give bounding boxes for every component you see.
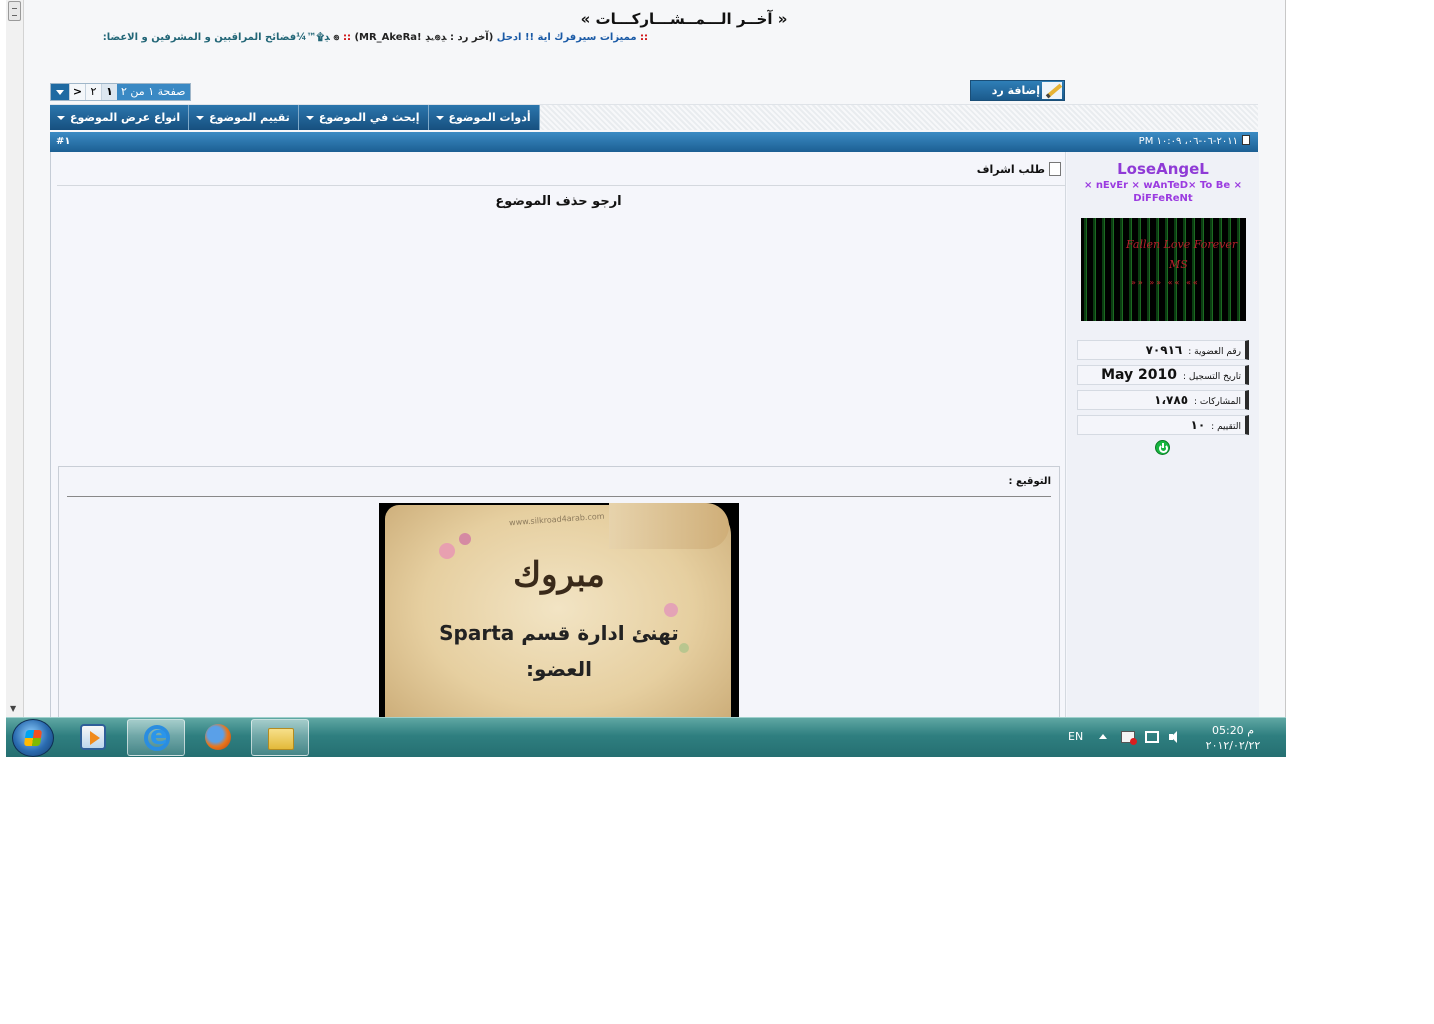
online-status-icon (1155, 440, 1170, 455)
post-header: ٢٠١١-٠٦-٠٦، ١٠:٠٩ PM #١ (50, 132, 1258, 152)
network-icon[interactable] (1145, 731, 1159, 743)
start-orb-icon[interactable] (12, 719, 54, 757)
banner-headline: مبروك (513, 555, 605, 595)
post-content: طلب اشراف ارجو حذف الموضوع التوقيع : www… (51, 152, 1066, 717)
latest-posts-ticker: :: مميزات سيرفرك اية !! ادحل (آخر رد : ﮃ… (48, 30, 648, 46)
signature-banner-image: www.silkroad4arab.com مبروك تهنئ ادارة ق… (379, 503, 739, 717)
banner-line-2: العضو: (526, 657, 592, 681)
stat-label: التقييم : (1211, 422, 1241, 432)
member-number-stat: رقم العضوية : ٧٠٩١٦ (1077, 340, 1249, 360)
ticker-separator: :: (342, 32, 351, 43)
page-link-1: ١ (101, 84, 117, 100)
post-body: طلب اشراف ارجو حذف الموضوع التوقيع : www… (50, 152, 1259, 717)
rating-stat: التقييم : ١٠ (1077, 415, 1249, 435)
stat-label: المشاركات : (1194, 397, 1241, 407)
scroll-down-arrow-icon[interactable]: ▼ (10, 704, 16, 713)
stat-label: رقم العضوية : (1188, 347, 1241, 357)
ticker-user-1[interactable]: ﮃ๏ۦﮃ (425, 32, 446, 43)
banner-line-1: تهنئ ادارة قسم Sparta (439, 621, 679, 645)
scroll-roll (609, 503, 729, 549)
avatar-text-3: »» »» «« «« (1131, 278, 1200, 287)
flag-icon[interactable] (1121, 731, 1137, 745)
ticker-link-2[interactable]: ﮃ۩™¼فضائح المراقبين و المشرفين و الاعضا: (103, 32, 330, 43)
folder-icon (268, 728, 294, 750)
avatar[interactable]: Fallen Love Forever MS »» »» «« «« (1081, 218, 1246, 321)
post-icon (1242, 135, 1250, 145)
add-reply-button[interactable]: إضافة رد (970, 80, 1065, 101)
forum-page: « آخــر الـــمــشـــاركـــات » :: مميزات… (24, 0, 1285, 717)
pagination: > ٢ ١ صفحة ١ من ٢ (50, 83, 191, 101)
post-number-link[interactable]: #١ (56, 132, 71, 152)
post-date: ٢٠١١-٠٦-٠٦، ١٠:٠٩ PM (1139, 132, 1250, 152)
stat-value: ١،٧٨٥ (1154, 393, 1189, 407)
thread-tools-menu[interactable]: أدوات الموضوع (428, 105, 540, 130)
internet-explorer-icon (144, 721, 170, 751)
windows-explorer-button[interactable] (251, 719, 309, 756)
add-reply-label: إضافة رد (991, 84, 1040, 97)
ticker-separator: :: (640, 32, 648, 43)
firefox-button[interactable] (189, 719, 247, 756)
signature: التوقيع : www.silkroad4arab.com مبروك ته… (58, 466, 1060, 717)
user-title: × nEvEr × wAnTeD× To Be × DiFFeReNt (1083, 180, 1243, 204)
internet-explorer-button[interactable] (127, 719, 185, 756)
media-player-button[interactable] (64, 719, 122, 756)
browser-window: ▼ « آخــر الـــمــشـــاركـــات » :: مميز… (6, 0, 1286, 717)
stat-value: ١٠ (1190, 418, 1206, 432)
stat-value: ٧٠٩١٦ (1145, 343, 1183, 357)
firefox-icon (205, 724, 231, 750)
page-icon (1049, 162, 1061, 176)
volume-icon[interactable] (1169, 731, 1183, 743)
taskbar: EN 05:20 م ٢٠١٢/٠٢/٢٢ (6, 717, 1286, 757)
ticker-link[interactable]: مميزات سيرفرك اية !! ادحل (497, 32, 637, 43)
flower-decoration (459, 533, 471, 545)
stat-value: May 2010 (1101, 367, 1177, 383)
ticker-user-3[interactable]: (MR_AkeRa (354, 32, 417, 43)
next-page-link[interactable]: > (69, 84, 85, 100)
avatar-text-2: MS (1169, 258, 1188, 271)
divider (57, 185, 1065, 186)
post-message: ارجو حذف الموضوع (495, 194, 622, 209)
vertical-scrollbar[interactable]: ▼ (6, 0, 24, 717)
clock-time: 05:20 م (1211, 724, 1254, 737)
page-link-2[interactable]: ٢ (85, 84, 101, 100)
posts-count-stat: المشاركات : ١،٧٨٥ (1077, 390, 1249, 410)
rate-thread-menu[interactable]: تقييم الموضوع (189, 105, 299, 130)
stat-label: تاريخ التسجيل : (1183, 372, 1241, 382)
search-thread-menu[interactable]: إبحث في الموضوع (298, 105, 429, 130)
clock-date: ٢٠١٢/٠٢/٢٢ (1205, 739, 1261, 752)
pagination-menu-button[interactable] (51, 84, 69, 100)
post-title-text: طلب اشراف (976, 163, 1045, 176)
flower-decoration (664, 603, 678, 617)
system-clock[interactable]: 05:20 م ٢٠١٢/٠٢/٢٢ (1196, 723, 1270, 753)
user-info-panel: LoseAngeL × nEvEr × wAnTeD× To Be × DiFF… (1067, 152, 1259, 717)
language-indicator[interactable]: EN (1068, 730, 1083, 743)
pencil-icon (1042, 82, 1062, 99)
display-modes-menu[interactable]: انواع عرض الموضوع (50, 105, 190, 130)
avatar-text-1: Fallen Love Forever (1126, 238, 1238, 251)
username-link[interactable]: LoseAngeL (1067, 160, 1259, 178)
post-title: طلب اشراف (977, 162, 1061, 176)
post-datetime: ٢٠١١-٠٦-٠٦، ١٠:٠٩ PM (1138, 136, 1238, 147)
ticker-last-reply-label: (آخر رد : (450, 32, 494, 43)
pagination-label: صفحة ١ من ٢ (117, 84, 190, 100)
signature-label: التوقيع : (1008, 476, 1051, 487)
media-player-icon (80, 724, 106, 750)
latest-posts-title: « آخــر الـــمــشـــاركـــات » (580, 10, 788, 28)
show-hidden-icons-arrow-icon[interactable] (1099, 731, 1107, 743)
thread-tools: انواع عرض الموضوع تقييم الموضوع إبحث في … (50, 105, 540, 130)
divider (67, 496, 1051, 497)
desktop: ▼ « آخــر الـــمــشـــاركـــات » :: مميز… (0, 0, 1434, 1024)
scrollbar-thumb[interactable] (8, 1, 21, 21)
join-date-stat: تاريخ التسجيل : May 2010 (1077, 365, 1249, 385)
